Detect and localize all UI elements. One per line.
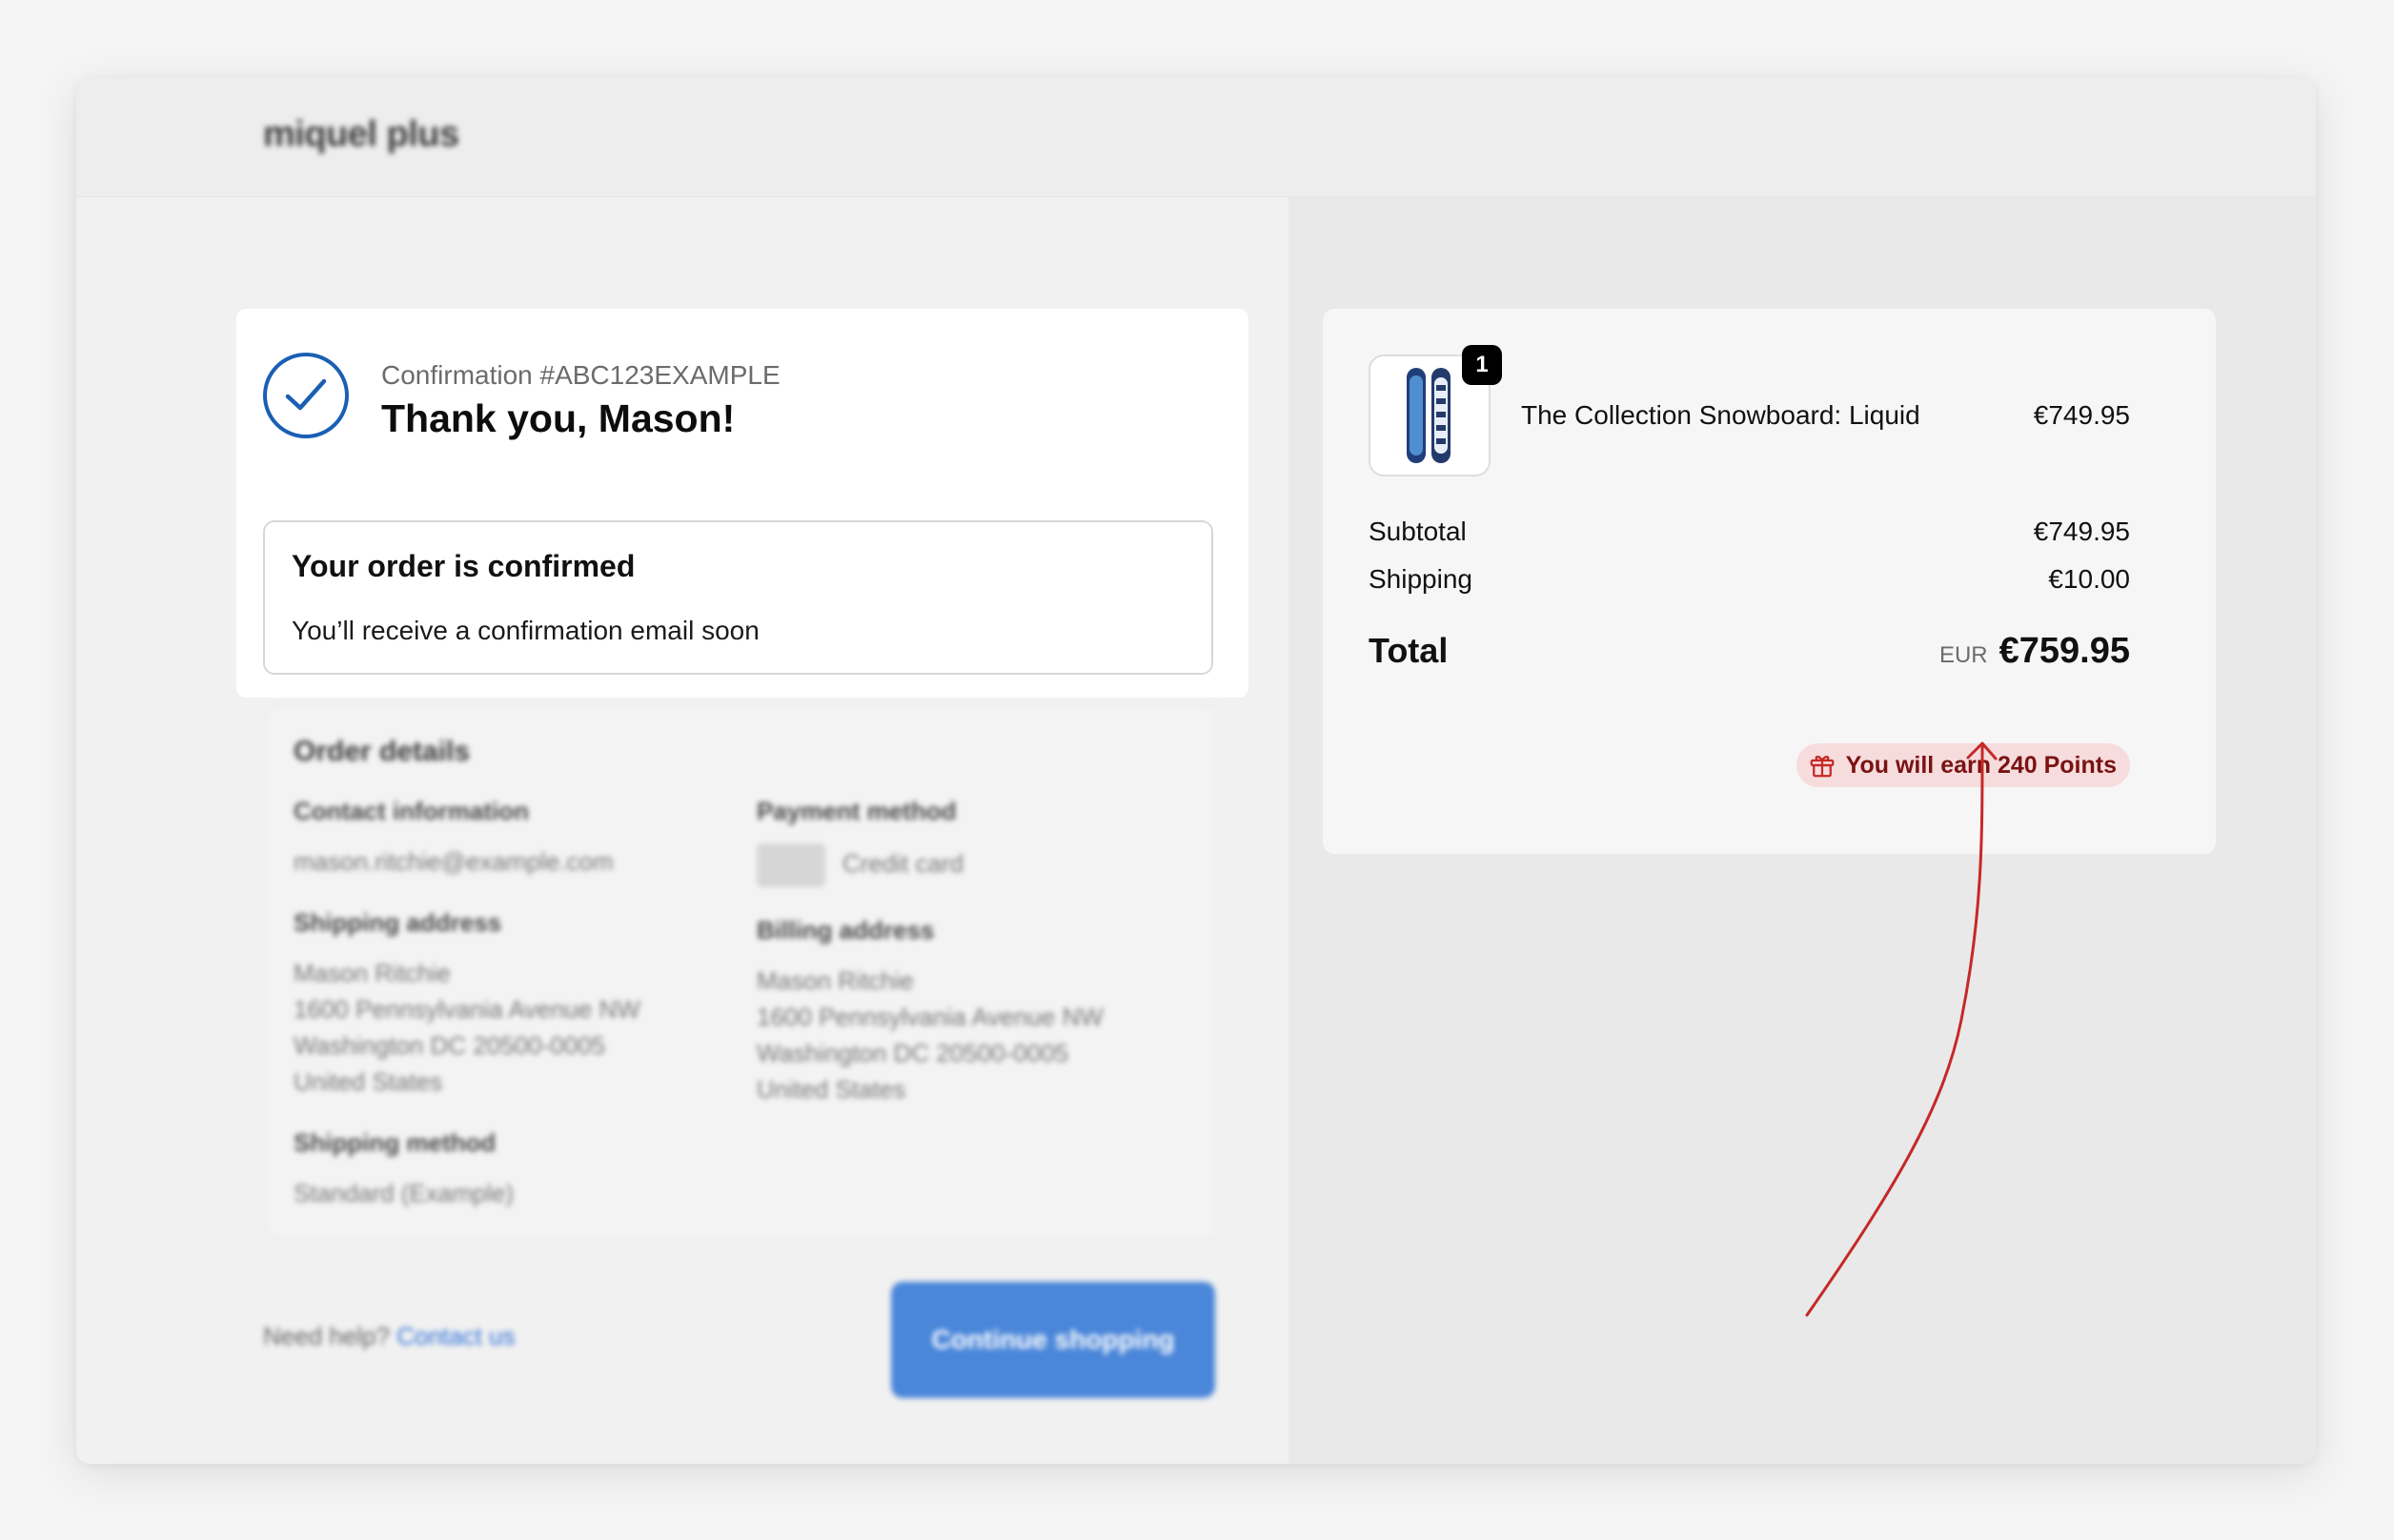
order-details-right: Payment method Credit card Billing addre… — [757, 797, 1176, 1136]
payment-heading: Payment method — [757, 797, 957, 825]
order-confirmed-box: Your order is confirmed You’ll receive a… — [263, 520, 1213, 675]
points-text: You will earn 240 Points — [1845, 751, 2117, 779]
product-price: €749.95 — [2033, 400, 2130, 430]
subtotal-value: €749.95 — [2033, 517, 2130, 546]
billing-address-heading: Billing address — [757, 916, 935, 944]
shipping-label: Shipping — [1369, 564, 1472, 594]
shipping-address-line: Mason Ritchie — [294, 959, 451, 987]
order-details-title: Order details — [294, 736, 471, 767]
order-summary-column: 1 The Collection Snowboard: Liquid €749.… — [1288, 197, 2316, 1464]
confirmation-card: Confirmation #ABC123EXAMPLE Thank you, M… — [236, 309, 1248, 698]
header: miquel plus — [76, 78, 2316, 197]
shipping-address-heading: Shipping address — [294, 908, 502, 937]
credit-card-icon — [757, 843, 825, 887]
shipping-value: €10.00 — [2048, 564, 2130, 594]
shipping-method-heading: Shipping method — [294, 1128, 497, 1157]
contact-email: mason.ritchie@example.com — [294, 847, 614, 876]
product-name: The Collection Snowboard: Liquid — [1521, 400, 1920, 430]
total-row: Total EUR €759.95 — [1369, 631, 2130, 672]
brand-logo[interactable]: miquel plus — [263, 114, 459, 155]
shipping-address-line: Washington DC 20500-0005 — [294, 1031, 606, 1060]
billing-address-line: Mason Ritchie — [757, 966, 914, 995]
order-details-section: Order details Contact information mason.… — [265, 705, 1218, 1248]
order-confirmed-title: Your order is confirmed — [292, 549, 636, 583]
help-text: Need help? Contact us — [263, 1322, 516, 1351]
continue-shopping-button[interactable]: Continue shopping — [891, 1282, 1215, 1398]
loyalty-points-badge: You will earn 240 Points — [1796, 743, 2130, 787]
shipping-address-line: 1600 Pennsylvania Avenue NW — [294, 995, 640, 1023]
main-column: Confirmation #ABC123EXAMPLE Thank you, M… — [76, 197, 1288, 1464]
billing-address-line: Washington DC 20500-0005 — [757, 1039, 1069, 1067]
billing-address-line: United States — [757, 1075, 906, 1104]
total-label: Total — [1369, 631, 1449, 670]
shipping-row: Shipping €10.00 — [1369, 564, 2130, 595]
shipping-address-line: United States — [294, 1067, 443, 1096]
check-circle-icon — [263, 353, 349, 438]
total-value: €759.95 — [1998, 631, 2130, 671]
order-details-left: Contact information mason.ritchie@exampl… — [294, 797, 713, 1240]
contact-heading: Contact information — [294, 797, 529, 825]
order-summary-card: 1 The Collection Snowboard: Liquid €749.… — [1323, 309, 2216, 854]
billing-address-line: 1600 Pennsylvania Avenue NW — [757, 1003, 1104, 1031]
contact-us-link[interactable]: Contact us — [396, 1322, 515, 1350]
payment-method: Credit card — [842, 848, 964, 878]
help-label: Need help? — [263, 1322, 390, 1350]
quantity-badge: 1 — [1462, 345, 1502, 385]
gift-icon — [1810, 756, 1835, 778]
subtotal-row: Subtotal €749.95 — [1369, 517, 2130, 547]
currency-code: EUR — [1938, 642, 1988, 668]
page-title: Thank you, Mason! — [381, 396, 736, 440]
shipping-method: Standard (Example) — [294, 1179, 515, 1207]
order-confirmed-text: You’ll receive a confirmation email soon — [292, 616, 760, 645]
checkout-window: miquel plus Confirmation #ABC123EXAMPLE … — [76, 78, 2316, 1464]
subtotal-label: Subtotal — [1369, 517, 1467, 546]
confirmation-number: Confirmation #ABC123EXAMPLE — [381, 360, 781, 390]
